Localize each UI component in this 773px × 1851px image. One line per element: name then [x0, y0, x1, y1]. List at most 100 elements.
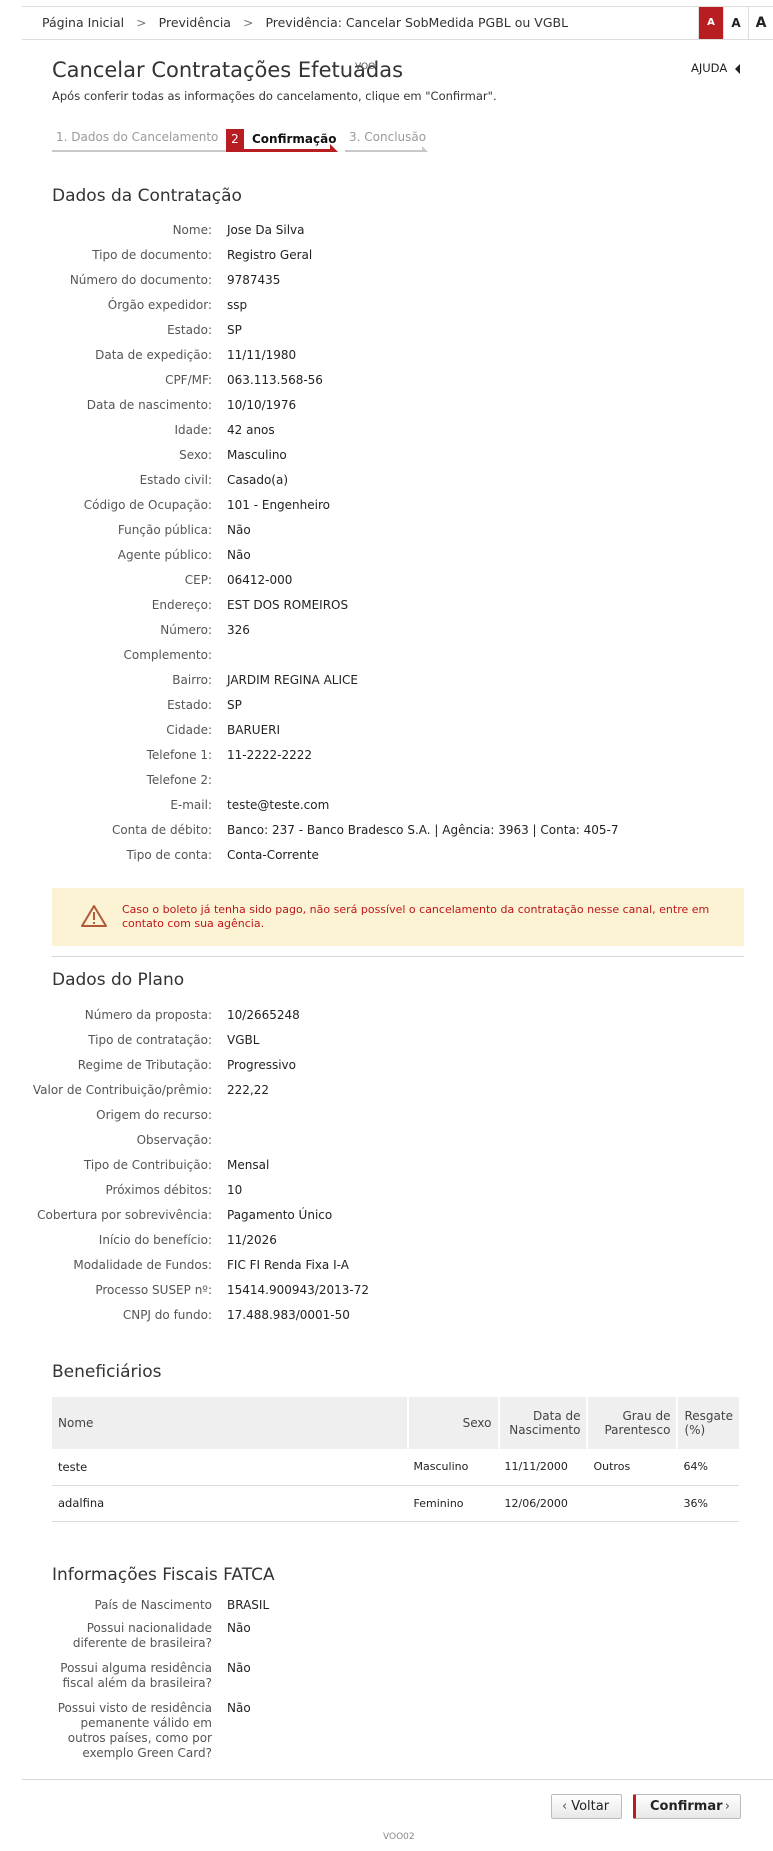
help-button[interactable]: AJUDA [691, 61, 741, 75]
chevron-left-icon: ‹ [562, 1799, 568, 1814]
field-label: Valor de Contribuição/prêmio: [32, 1083, 212, 1097]
field-value: Não [227, 548, 251, 562]
detail-row: Endereço: EST DOS ROMEIROS [0, 593, 773, 618]
breadcrumb-previdencia[interactable]: Previdência [159, 15, 231, 30]
screen-code: VOO [355, 62, 376, 72]
field-label: Cidade: [166, 723, 212, 737]
field-label: CEP: [184, 573, 212, 587]
detail-row: Data de expedição: 11/11/1980 [0, 343, 773, 368]
detail-row: Data de nascimento: 10/10/1976 [0, 393, 773, 418]
field-value: 11/2026 [227, 1233, 277, 1247]
field-label: Tipo de Contribuição: [83, 1158, 212, 1172]
table-header-row: Nome Sexo Data de Nascimento Grau de Par… [52, 1397, 739, 1449]
step-number: 2 [226, 129, 244, 149]
footer-code: VOO02 [383, 1832, 415, 1842]
field-value: 326 [227, 623, 250, 637]
field-value: Conta-Corrente [227, 848, 319, 862]
section-title-beneficiarios: Beneficiários [52, 1362, 162, 1382]
field-value: 10/10/1976 [227, 398, 297, 412]
step-label: Confirmação [252, 132, 337, 146]
detail-row: Tipo de contratação: VGBL [0, 1028, 773, 1053]
field-value: EST DOS ROMEIROS [227, 598, 349, 612]
cell-data-nascimento: 12/06/2000 [498, 1485, 588, 1522]
column-header-data-nascimento: Data de Nascimento [498, 1397, 589, 1449]
field-label: Sexo: [179, 448, 212, 462]
field-value: VGBL [227, 1033, 260, 1047]
field-value: teste@teste.com [227, 798, 330, 812]
column-header-grau-parentesco: Grau de Parentesco [587, 1397, 679, 1449]
field-label: Data de expedição: [95, 348, 212, 362]
column-header-nome: Nome [52, 1397, 409, 1449]
field-label: CNPJ do fundo: [122, 1308, 212, 1322]
step-conclusao: 3. Conclusão [345, 126, 428, 152]
field-value: 06412-000 [227, 573, 293, 587]
field-value: 9787435 [227, 273, 281, 287]
font-size-large-button[interactable]: A [748, 7, 773, 39]
field-label: E-mail: [170, 798, 212, 812]
field-value: Pagamento Único [227, 1208, 333, 1222]
field-value: 17.488.983/0001-50 [227, 1308, 350, 1322]
detail-row: Telefone 2: [0, 768, 773, 793]
step-dados-cancelamento: 1. Dados do Cancelamento [52, 126, 232, 152]
column-header-sexo: Sexo [407, 1397, 500, 1449]
table-row: adalfina Feminino 12/06/2000 36% [52, 1485, 739, 1522]
field-label: Telefone 2: [146, 773, 212, 787]
back-button[interactable]: ‹ Voltar [551, 1794, 622, 1819]
section-title-contratacao: Dados da Contratação [52, 186, 242, 206]
field-value: Não [227, 523, 251, 537]
detail-row: Idade: 42 anos [0, 418, 773, 443]
detail-row: Órgão expedidor: ssp [0, 293, 773, 318]
detail-row: Tipo de Contribuição: Mensal [0, 1153, 773, 1178]
field-value: SP [227, 698, 242, 712]
field-label: Possui nacionalidade diferente de brasil… [72, 1621, 212, 1650]
detail-row: Processo SUSEP nº: 15414.900943/2013-72 [0, 1278, 773, 1303]
fatca-row: Possui visto de residência pemanente vál… [0, 1701, 773, 1765]
field-label: Nome: [172, 223, 212, 237]
detail-row: Início do benefício: 11/2026 [0, 1228, 773, 1253]
page-title: Cancelar Contratações Efetuadas [52, 58, 404, 82]
step-label: 3. Conclusão [349, 130, 427, 144]
column-header-resgate: Resgate (%) [677, 1397, 739, 1449]
field-value: Banco: 237 - Banco Bradesco S.A. | Agênc… [227, 823, 619, 837]
breadcrumb: Página Inicial > Previdência > Previdência: … [42, 15, 568, 30]
step-confirmacao: 2 Confirmação [226, 126, 338, 152]
warning-icon [81, 905, 107, 927]
detail-row: Tipo de conta: Conta-Corrente [0, 843, 773, 868]
detail-row: Complemento: [0, 643, 773, 668]
detail-row: Cidade: BARUERI [0, 718, 773, 743]
breadcrumb-current: Previdência: Cancelar SobMedida PGBL ou … [265, 15, 569, 30]
step-label: 1. Dados do Cancelamento [56, 130, 219, 144]
field-label: Idade: [174, 423, 212, 437]
fatca-details: País de Nascimento BRASIL Possui naciona… [0, 1598, 773, 1765]
field-label: Tipo de conta: [126, 848, 212, 862]
field-label: Início do benefício: [98, 1233, 212, 1247]
detail-row: Origem do recurso: [0, 1103, 773, 1128]
detail-row: E-mail: teste@teste.com [0, 793, 773, 818]
font-size-controls: A A A [698, 7, 773, 39]
detail-row: Próximos débitos: 10 [0, 1178, 773, 1203]
confirm-button[interactable]: Confirmar › [633, 1794, 741, 1819]
font-size-small-button[interactable]: A [698, 7, 723, 39]
section-title-fatca: Informações Fiscais FATCA [52, 1565, 275, 1585]
field-value: Progressivo [227, 1058, 296, 1072]
field-label: Regime de Tributação: [77, 1058, 212, 1072]
field-label: Modalidade de Fundos: [73, 1258, 212, 1272]
field-label: Telefone 1: [146, 748, 212, 762]
breadcrumb-home[interactable]: Página Inicial [42, 15, 124, 30]
detail-row: Cobertura por sobrevivência: Pagamento Ún… [0, 1203, 773, 1228]
field-label: Possui alguma residência fiscal além da … [60, 1661, 212, 1690]
font-size-medium-button[interactable]: A [723, 7, 748, 39]
field-value: 10/2665248 [227, 1008, 300, 1022]
field-value: 101 - Engenheiro [227, 498, 330, 512]
field-label: Conta de débito: [111, 823, 212, 837]
field-value: 222,22 [227, 1083, 269, 1097]
divider [52, 956, 744, 957]
field-label: Número: [160, 623, 212, 637]
detail-row: Agente público: Não [0, 543, 773, 568]
field-value: Não [227, 1661, 251, 1675]
confirm-label: Confirmar [650, 1799, 723, 1814]
field-label: Função pública: [117, 523, 212, 537]
field-value: ssp [227, 298, 248, 312]
field-label: Estado: [167, 698, 212, 712]
help-label: AJUDA [691, 61, 728, 75]
